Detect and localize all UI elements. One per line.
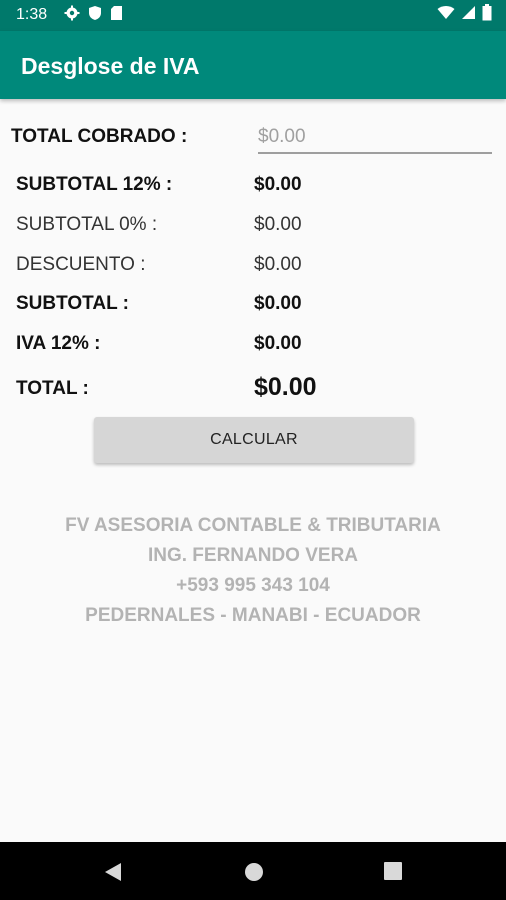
signal-icon — [461, 5, 476, 25]
subtotal-value: $0.00 — [254, 293, 302, 314]
subtotal-label: SUBTOTAL : — [16, 293, 129, 314]
subtotal-0-value: $0.00 — [254, 214, 302, 235]
company-name: FV ASESORIA CONTABLE & TRIBUTARIA — [65, 515, 441, 536]
total-value: $0.00 — [254, 373, 317, 401]
phone-number: +593 995 343 104 — [176, 575, 330, 596]
wifi-icon — [437, 5, 455, 25]
subtotal-12-label: SUBTOTAL 12% : — [16, 174, 173, 195]
descuento-label: DESCUENTO : — [16, 254, 146, 275]
location: PEDERNALES - MANABI - ECUADOR — [85, 605, 421, 626]
subtotal-12-value: $0.00 — [254, 174, 302, 195]
owner-name: ING. FERNANDO VERA — [147, 545, 359, 566]
status-bar: 1:38 — [0, 0, 506, 31]
footer-info: FV ASESORIA CONTABLE & TRIBUTARIA ING. F… — [0, 511, 506, 631]
status-time: 1:38 — [16, 6, 48, 23]
total-cobrado-input[interactable] — [258, 122, 492, 154]
battery-icon — [482, 4, 492, 26]
app-bar: Desglose de IVA — [0, 31, 506, 99]
gear-icon — [64, 5, 80, 26]
iva-12-label: IVA 12% : — [16, 333, 101, 354]
total-cobrado-label: TOTAL COBRADO : — [11, 126, 188, 147]
back-icon[interactable] — [103, 862, 123, 887]
calcular-button[interactable]: CALCULAR — [94, 417, 414, 463]
subtotal-0-label: SUBTOTAL 0% : — [16, 214, 158, 235]
total-label: TOTAL : — [16, 378, 89, 399]
sd-card-icon — [110, 5, 123, 26]
descuento-value: $0.00 — [254, 254, 302, 275]
recents-icon[interactable] — [384, 862, 402, 885]
iva-12-value: $0.00 — [254, 333, 302, 354]
home-icon[interactable] — [244, 862, 264, 887]
page-title: Desglose de IVA — [21, 53, 200, 79]
shield-icon — [88, 5, 102, 26]
